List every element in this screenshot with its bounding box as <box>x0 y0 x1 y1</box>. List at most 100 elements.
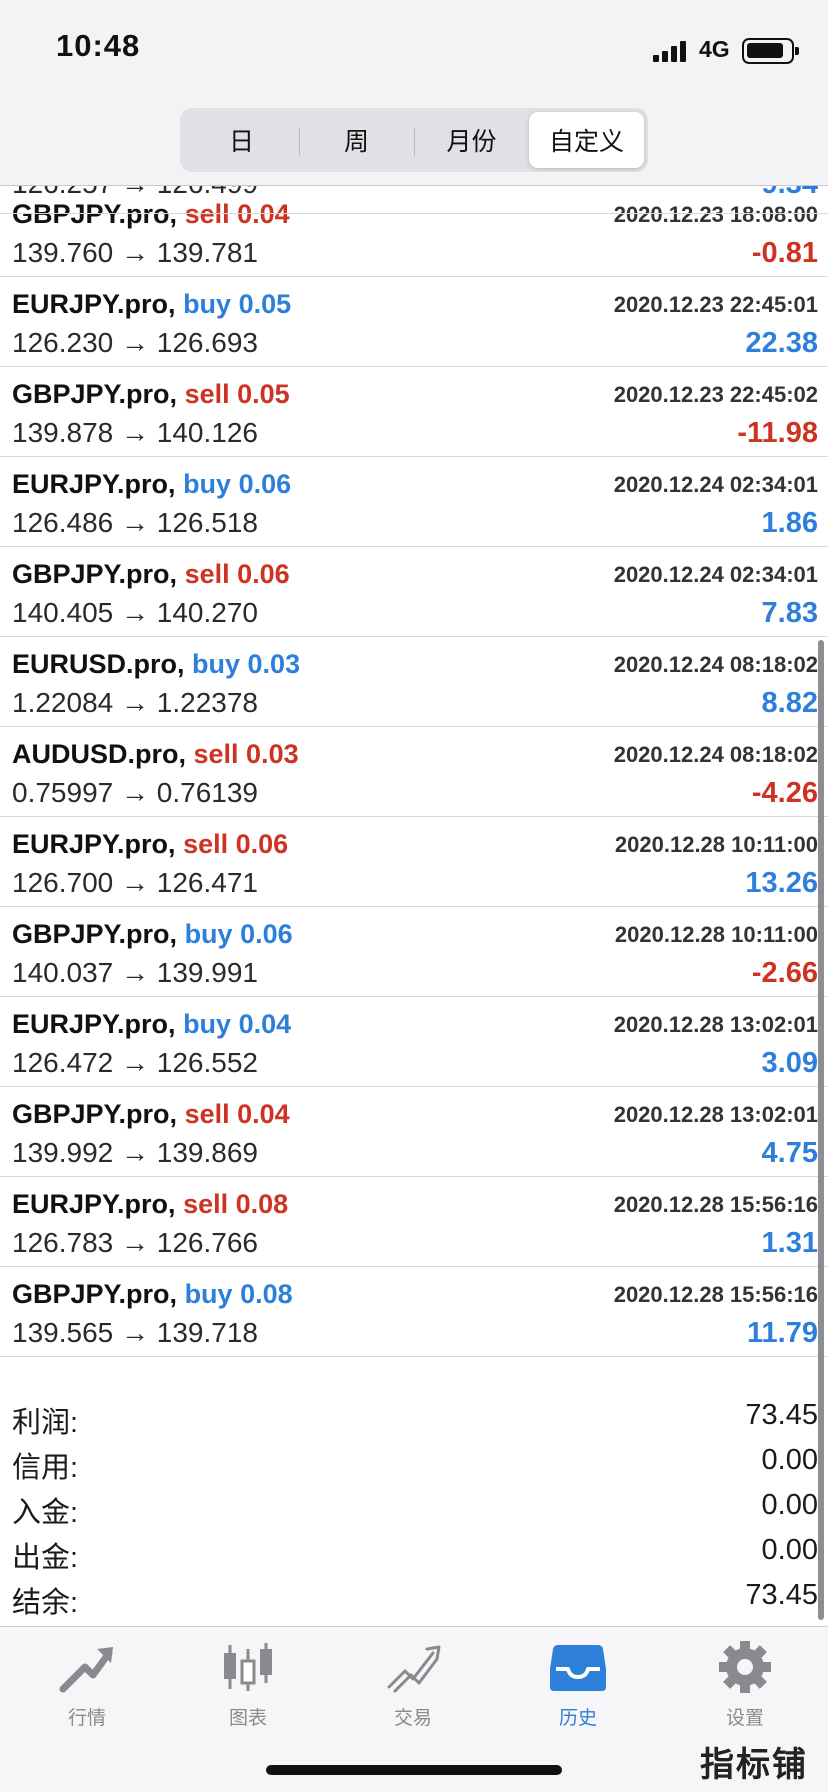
deal-symbol-name: EURJPY.pro, <box>12 829 176 859</box>
tab-label: 图表 <box>228 1708 267 1729</box>
deal-symbol-name: EURJPY.pro, <box>12 1189 176 1219</box>
deal-datetime: 2020.12.28 15:56:16 <box>613 1282 818 1307</box>
summary-value: 0.00 <box>761 1444 818 1476</box>
summary-value: 73.45 <box>745 1399 818 1431</box>
deal-symbol: EURJPY.pro, sell 0.08 <box>12 1189 288 1220</box>
deal-symbol-name: GBPJPY.pro, <box>12 379 178 409</box>
deal-profit: 3.09 <box>761 1047 818 1079</box>
header: 10:48 4G 日 周 月份 自定义 <box>0 0 828 186</box>
period-tab-day[interactable]: 日 <box>184 112 299 168</box>
deal-row[interactable]: EURJPY.pro, buy 0.05 2020.12.23 22:45:01 1… <box>0 277 828 367</box>
history-icon <box>550 1645 606 1691</box>
deal-list: GBPJPY.pro, sell 0.04 2020.12.23 18:08:00… <box>0 187 828 1357</box>
deal-direction: sell 0.05 <box>184 379 290 409</box>
deal-profit: -11.98 <box>737 417 818 449</box>
deal-prices: 1.22084 → 1.22378 <box>12 687 258 718</box>
deal-profit: 1.86 <box>761 507 818 539</box>
tab-trade[interactable]: 交易 <box>348 1639 478 1749</box>
deal-profit: 22.38 <box>745 327 818 359</box>
deal-profit: -2.66 <box>751 957 818 989</box>
deal-direction: sell 0.04 <box>184 1099 290 1129</box>
deal-datetime: 2020.12.28 13:02:01 <box>613 1102 818 1127</box>
summary-label: 结余: <box>12 1587 79 1619</box>
tab-label: 交易 <box>393 1708 432 1729</box>
deal-datetime: 2020.12.24 08:18:02 <box>613 742 818 767</box>
status-time: 10:48 <box>56 28 141 63</box>
deal-symbol: GBPJPY.pro, sell 0.04 <box>12 1099 290 1130</box>
deal-row[interactable]: GBPJPY.pro, sell 0.05 2020.12.23 22:45:02… <box>0 367 828 457</box>
tab-settings[interactable]: 设置 <box>680 1639 810 1749</box>
period-tab-custom[interactable]: 自定义 <box>529 112 644 168</box>
tab-label: 历史 <box>558 1708 597 1729</box>
scrollbar[interactable] <box>818 640 824 1620</box>
deal-profit: 8.82 <box>761 687 818 719</box>
deal-symbol: GBPJPY.pro, buy 0.06 <box>12 919 293 950</box>
deal-symbol: EURJPY.pro, buy 0.06 <box>12 469 291 500</box>
deal-row[interactable]: EURJPY.pro, buy 0.04 2020.12.28 13:02:01 1… <box>0 997 828 1087</box>
quotes-icon <box>59 1647 113 1693</box>
deal-prices: 140.037 → 139.991 <box>12 957 258 988</box>
deal-profit: 11.79 <box>747 1317 818 1349</box>
deal-row[interactable]: EURJPY.pro, sell 0.06 2020.12.28 10:11:00… <box>0 817 828 907</box>
deal-row[interactable]: EURUSD.pro, buy 0.03 2020.12.24 08:18:02 1… <box>0 637 828 727</box>
deal-symbol: EURJPY.pro, buy 0.05 <box>12 289 291 320</box>
deal-direction: sell 0.06 <box>184 559 290 589</box>
deal-prices: 126.783 → 126.766 <box>12 1227 258 1258</box>
deal-datetime: 2020.12.23 22:45:01 <box>613 292 818 317</box>
period-segmented-control: 日 周 月份 自定义 <box>180 108 648 172</box>
deal-symbol: EURJPY.pro, buy 0.04 <box>12 1009 291 1040</box>
summary-row: 结余: 73.45 <box>0 1575 828 1620</box>
summary-row: 入金: 0.00 <box>0 1485 828 1530</box>
deal-row[interactable]: GBPJPY.pro, buy 0.06 2020.12.28 10:11:00 1… <box>0 907 828 997</box>
period-tab-week[interactable]: 周 <box>299 112 414 168</box>
deal-prices: 139.992 → 139.869 <box>12 1137 258 1168</box>
deal-datetime: 2020.12.28 13:02:01 <box>613 1012 818 1037</box>
settings-icon <box>719 1641 771 1693</box>
summary-value: 73.45 <box>745 1579 818 1611</box>
chart-icon <box>224 1643 272 1691</box>
deal-datetime: 2020.12.28 10:11:00 <box>614 922 818 947</box>
deal-profit: 13.26 <box>745 867 818 899</box>
deal-prices: 0.75997 → 0.76139 <box>12 777 258 808</box>
deal-profit: 7.83 <box>761 597 818 629</box>
deal-symbol-name: EURUSD.pro, <box>12 649 185 679</box>
summary-label: 信用: <box>12 1452 79 1484</box>
deal-row[interactable]: GBPJPY.pro, sell 0.06 2020.12.24 02:34:01… <box>0 547 828 637</box>
deal-direction: buy 0.05 <box>183 289 292 319</box>
deal-datetime: 2020.12.28 10:11:00 <box>614 832 818 857</box>
deal-profit: 4.75 <box>761 1137 818 1169</box>
deal-symbol-name: EURJPY.pro, <box>12 1009 176 1039</box>
home-indicator[interactable] <box>266 1765 562 1775</box>
deal-symbol: GBPJPY.pro, sell 0.06 <box>12 559 290 590</box>
deal-prices: 126.700 → 126.471 <box>12 867 258 898</box>
tab-chart[interactable]: 图表 <box>183 1639 313 1749</box>
deal-direction: buy 0.08 <box>184 1279 293 1309</box>
deal-direction: buy 0.06 <box>184 919 293 949</box>
deal-direction: sell 0.08 <box>183 1189 289 1219</box>
deal-row[interactable]: EURJPY.pro, sell 0.08 2020.12.28 15:56:16… <box>0 1177 828 1267</box>
deal-row[interactable]: GBPJPY.pro, buy 0.08 2020.12.28 15:56:16 1… <box>0 1267 828 1357</box>
deal-datetime: 2020.12.24 02:34:01 <box>613 562 818 587</box>
tab-history[interactable]: 历史 <box>513 1639 643 1749</box>
deal-symbol-name: EURJPY.pro, <box>12 469 176 499</box>
deal-row[interactable]: AUDUSD.pro, sell 0.03 2020.12.24 08:18:02… <box>0 727 828 817</box>
period-tab-month[interactable]: 月份 <box>414 112 529 168</box>
signal-icon <box>653 40 689 62</box>
tab-quotes[interactable]: 行情 <box>22 1639 152 1749</box>
deal-row[interactable]: EURJPY.pro, buy 0.06 2020.12.24 02:34:01 1… <box>0 457 828 547</box>
deal-profit: -4.26 <box>751 777 818 809</box>
summary-row: 利润: 73.45 <box>0 1395 828 1440</box>
summary-value: 0.00 <box>761 1489 818 1521</box>
deal-prices: 139.760 → 139.781 <box>12 237 258 268</box>
trade-icon <box>387 1645 441 1693</box>
deal-symbol: GBPJPY.pro, sell 0.05 <box>12 379 290 410</box>
deal-datetime: 2020.12.24 02:34:01 <box>613 472 818 497</box>
deal-direction: buy 0.04 <box>183 1009 292 1039</box>
deal-symbol-name: GBPJPY.pro, <box>12 1099 178 1129</box>
deal-direction: sell 0.06 <box>183 829 289 859</box>
summary-value: 0.00 <box>761 1534 818 1566</box>
deal-prices: 139.565 → 139.718 <box>12 1317 258 1348</box>
deal-row[interactable]: GBPJPY.pro, sell 0.04 2020.12.28 13:02:01… <box>0 1087 828 1177</box>
deal-prices: 140.405 → 140.270 <box>12 597 258 628</box>
deal-direction: buy 0.06 <box>183 469 292 499</box>
